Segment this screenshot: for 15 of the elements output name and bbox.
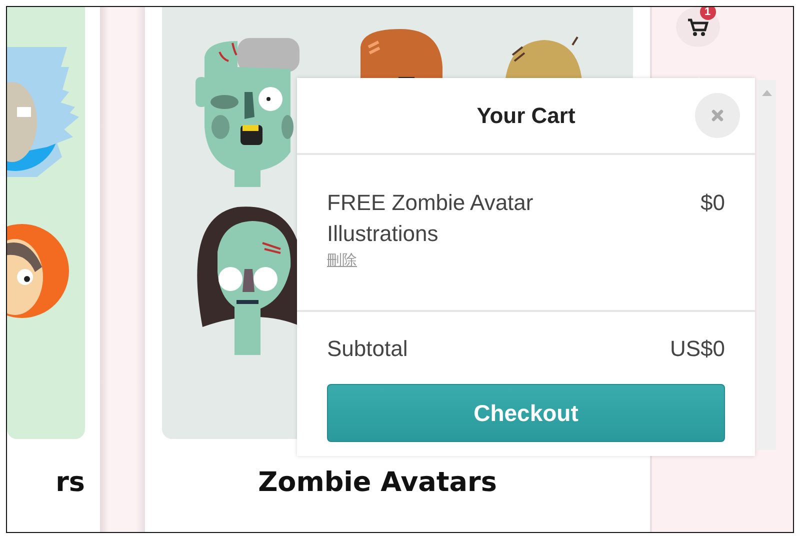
close-button[interactable] — [695, 93, 740, 138]
cart-title: Your Cart — [476, 102, 576, 128]
subtotal-value: US$0 — [670, 336, 725, 362]
scrollbar[interactable] — [757, 80, 776, 450]
product-title[interactable]: rs — [56, 467, 85, 498]
subtotal-label: Subtotal — [327, 336, 408, 362]
scroll-up-arrow-icon[interactable] — [762, 90, 772, 96]
cart-item-name: FREE Zombie Avatar Illustrations — [327, 189, 534, 248]
cart-button[interactable]: 1 — [676, 7, 720, 47]
checkout-button[interactable]: Checkout — [327, 384, 725, 442]
remove-link[interactable]: 刪除 — [327, 251, 597, 270]
cart-count-badge: 1 — [700, 7, 716, 20]
product-title[interactable]: Zombie Avatars — [258, 467, 497, 498]
close-icon — [711, 109, 724, 122]
cart-item-price: $0 — [700, 189, 725, 217]
